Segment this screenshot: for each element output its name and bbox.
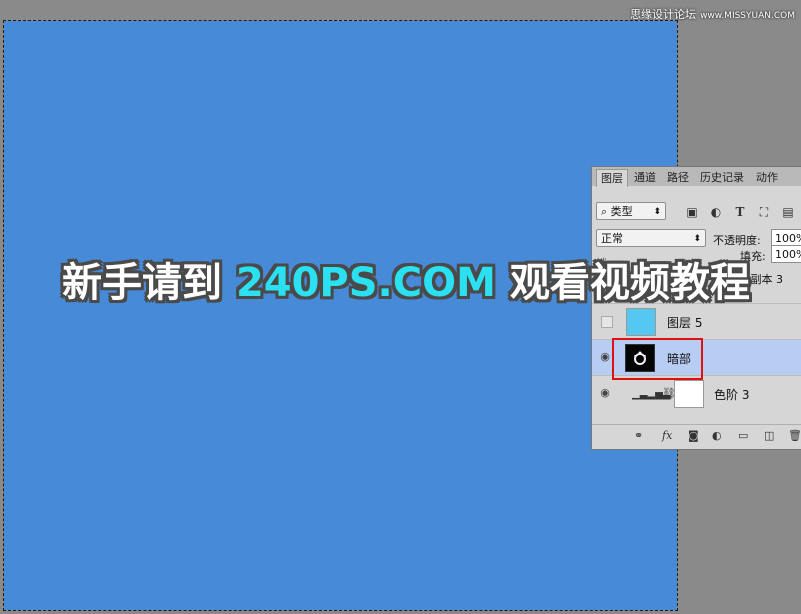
blend-mode-value: 正常 (601, 232, 623, 245)
link-layers-icon[interactable]: ⚭ (634, 430, 643, 442)
blend-mode-select[interactable]: 正常 ⬍ (596, 229, 706, 247)
overlay-text-highlight: 240PS.COM (235, 260, 496, 306)
new-group-icon[interactable]: ▭ (738, 430, 748, 442)
selection-highlight-box (612, 338, 703, 380)
trash-icon[interactable]: 🗑 (788, 430, 801, 442)
tab-history[interactable]: 历史记录 (696, 169, 748, 186)
watermark-text: 思缘设计论坛 (630, 8, 697, 21)
overlay-text-before: 新手请到 (62, 260, 236, 306)
image-filter-icon[interactable]: ▣ (686, 206, 698, 218)
visibility-toggle[interactable] (601, 316, 613, 328)
filter-row: ⌕ 类型 ⬍ ▣ ◐ T ⛶ ▤ (592, 186, 801, 220)
new-layer-icon[interactable]: ◫ (764, 430, 774, 442)
adjustment-layer-icon[interactable]: ◐ (712, 430, 722, 442)
updown-arrow-icon: ⬍ (693, 234, 701, 244)
search-icon: ⌕ (601, 205, 611, 218)
eye-icon[interactable]: ◉ (598, 351, 612, 363)
eye-icon[interactable]: ◉ (598, 387, 612, 399)
watermark-url: www.MISSYUAN.COM (700, 11, 795, 21)
layer-mask-thumbnail (674, 380, 704, 408)
panel-tabs: 图层 通道 路径 历史记录 动作 (592, 167, 801, 187)
fill-input[interactable]: 100% (771, 245, 801, 263)
add-mask-icon[interactable]: ◙ (688, 430, 699, 442)
filter-type-value: 类型 (610, 205, 633, 218)
tab-actions[interactable]: 动作 (752, 169, 782, 186)
overlay-text-after: 观看视频教程 (495, 260, 750, 306)
layer-name: 图层 5 (667, 316, 703, 330)
opacity-label: 不透明度: (713, 234, 761, 247)
fx-icon[interactable]: fx (662, 430, 672, 442)
watermark: 思缘设计论坛 www.MISSYUAN.COM (630, 6, 795, 22)
panel-footer: ⚭ fx ◙ ◐ ▭ ◫ 🗑 (592, 424, 801, 449)
type-filter-icon[interactable]: T (734, 206, 746, 218)
layer-name: 色阶 3 (714, 388, 750, 402)
updown-arrow-icon: ⬍ (653, 207, 661, 217)
blend-row: 正常 ⬍ 不透明度: 100% (592, 223, 801, 251)
filter-type-select[interactable]: ⌕ 类型 ⬍ (596, 202, 666, 220)
document-canvas[interactable] (3, 20, 678, 611)
layer-row[interactable]: ◉ ▁▃▂▅▃ ⛓ 色阶 3 (592, 375, 801, 412)
tab-layers[interactable]: 图层 (596, 169, 628, 187)
shape-filter-icon[interactable]: ⛶ (758, 206, 770, 218)
layer-thumbnail (626, 308, 656, 336)
adjustment-filter-icon[interactable]: ◐ (710, 206, 722, 218)
tab-channels[interactable]: 通道 (630, 169, 660, 186)
tutorial-overlay-text: 新手请到 240PS.COM 观看视频教程 (62, 257, 750, 309)
smart-object-filter-icon[interactable]: ▤ (782, 206, 794, 218)
tab-paths[interactable]: 路径 (663, 169, 693, 186)
